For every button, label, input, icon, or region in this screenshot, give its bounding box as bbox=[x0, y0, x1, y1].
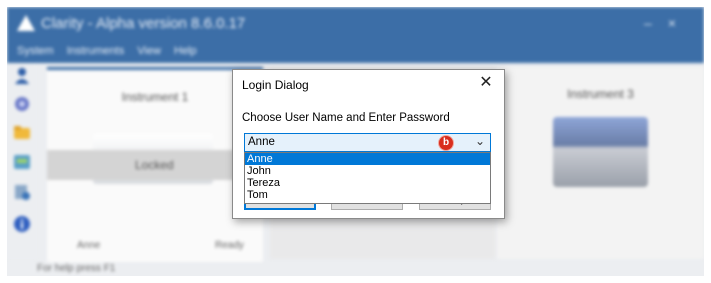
user-dropdown-list: Anne John Tereza Tom bbox=[244, 152, 491, 204]
title-bar: Clarity - Alpha version 8.6.0.17 –× bbox=[7, 7, 704, 41]
user-icon[interactable] bbox=[13, 67, 31, 85]
user-option-john[interactable]: John bbox=[245, 165, 490, 177]
chevron-down-icon[interactable]: ⌄ bbox=[475, 134, 485, 148]
clarity-logo-icon bbox=[17, 15, 35, 31]
menu-view[interactable]: View bbox=[137, 45, 161, 57]
instrument-1-user: Anne bbox=[77, 240, 101, 251]
sidebar bbox=[7, 63, 37, 259]
user-option-tom[interactable]: Tom bbox=[245, 189, 490, 201]
window-buttons[interactable]: –× bbox=[644, 15, 692, 31]
dialog-title: Login Dialog bbox=[242, 78, 309, 92]
instrument-1-status: Ready bbox=[215, 240, 244, 251]
queue-icon[interactable] bbox=[13, 183, 31, 201]
user-option-tereza[interactable]: Tereza bbox=[245, 177, 490, 189]
instrument-3-image bbox=[553, 117, 648, 187]
close-icon[interactable]: ✕ bbox=[476, 72, 496, 94]
login-dialog: Login Dialog ✕ Choose User Name and Ente… bbox=[232, 69, 505, 219]
info-icon[interactable] bbox=[13, 215, 31, 233]
instrument-3-panel[interactable]: Instrument 3 bbox=[497, 67, 704, 259]
callout-badge: b bbox=[439, 136, 453, 150]
selected-user: Anne bbox=[248, 136, 275, 148]
instrument-1-title: Instrument 1 bbox=[121, 90, 189, 104]
instrument-1-panel[interactable]: Instrument 1 Locked Anne Ready bbox=[47, 67, 263, 262]
menu-help[interactable]: Help bbox=[174, 45, 197, 57]
locked-label: Locked bbox=[135, 158, 174, 172]
instrument-config-icon[interactable] bbox=[13, 153, 31, 171]
clarity-main-window: Clarity - Alpha version 8.6.0.17 –× Syst… bbox=[7, 7, 704, 276]
status-bar: For help press F1 bbox=[37, 263, 116, 274]
menu-instruments[interactable]: Instruments bbox=[67, 45, 124, 57]
window-title: Clarity - Alpha version 8.6.0.17 bbox=[41, 15, 246, 32]
dialog-prompt: Choose User Name and Enter Password bbox=[242, 112, 450, 124]
globe-icon[interactable] bbox=[13, 95, 31, 113]
menu-system[interactable]: System bbox=[17, 45, 54, 57]
instrument-3-title: Instrument 3 bbox=[567, 87, 634, 101]
user-name-select[interactable]: Anne ⌄ bbox=[244, 133, 491, 152]
menu-bar: System Instruments View Help bbox=[7, 41, 704, 63]
user-option-anne[interactable]: Anne bbox=[245, 153, 490, 165]
folder-icon[interactable] bbox=[13, 123, 31, 141]
